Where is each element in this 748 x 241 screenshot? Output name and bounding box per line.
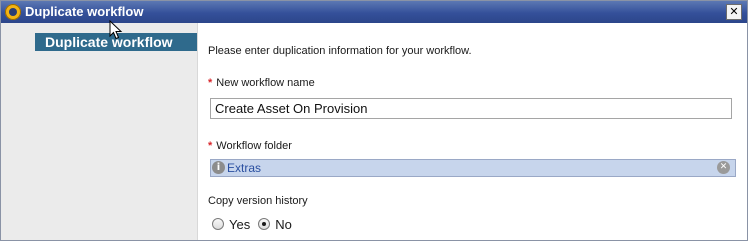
new-workflow-name-label: * New workflow name bbox=[208, 77, 315, 89]
close-icon[interactable]: ✕ bbox=[726, 4, 742, 20]
workflow-folder-value[interactable]: Extras bbox=[227, 161, 261, 175]
intro-text: Please enter duplication information for… bbox=[208, 45, 472, 57]
radio-yes-label: Yes bbox=[229, 216, 251, 232]
form-content: Please enter duplication information for… bbox=[198, 23, 747, 240]
workflow-folder-label: * Workflow folder bbox=[208, 140, 292, 152]
required-marker: * bbox=[208, 140, 213, 152]
radio-no[interactable] bbox=[258, 218, 271, 230]
mouse-pointer-icon bbox=[109, 20, 123, 40]
radio-option-no[interactable]: No bbox=[258, 217, 292, 232]
radio-yes[interactable] bbox=[212, 218, 224, 230]
required-marker: * bbox=[208, 77, 213, 89]
radio-option-yes[interactable]: Yes bbox=[212, 217, 250, 232]
radio-no-label: No bbox=[275, 216, 292, 232]
clear-icon[interactable]: ✕ bbox=[717, 161, 730, 174]
copy-version-history-label: Copy version history bbox=[208, 195, 308, 207]
copy-version-history-radio-group: Yes No bbox=[212, 215, 300, 233]
info-icon: i bbox=[212, 161, 225, 174]
new-workflow-name-label-text: New workflow name bbox=[216, 77, 315, 89]
app-orb-icon bbox=[5, 4, 21, 20]
window-title: Duplicate workflow bbox=[25, 4, 144, 19]
wizard-sidebar: Duplicate workflow bbox=[1, 23, 198, 240]
new-workflow-name-input[interactable] bbox=[210, 98, 732, 119]
workflow-folder-label-text: Workflow folder bbox=[216, 140, 292, 152]
workflow-folder-field[interactable]: i Extras ✕ bbox=[210, 159, 736, 177]
duplicate-workflow-dialog: Duplicate workflow ✕ Duplicate workflow … bbox=[0, 0, 748, 241]
